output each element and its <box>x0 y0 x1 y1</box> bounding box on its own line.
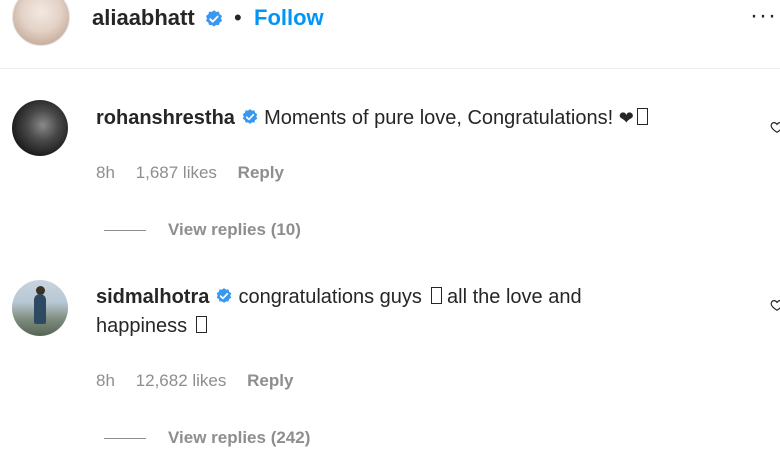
header-separator: • <box>234 5 242 30</box>
comment-text: Moments of pure love, Congratulations! <box>264 107 619 129</box>
view-replies-button[interactable]: View replies (10) <box>168 220 301 240</box>
view-replies-divider <box>104 438 146 439</box>
commenter-avatar[interactable] <box>12 100 68 156</box>
follow-button[interactable]: Follow <box>254 5 324 31</box>
comment-likes[interactable]: 1,687 likes <box>136 163 217 182</box>
post-header: aliaabhatt • Follow ··· <box>0 0 780 69</box>
commenter-username[interactable]: rohanshrestha <box>96 107 235 129</box>
view-replies-button[interactable]: View replies (242) <box>168 428 310 448</box>
verified-badge-icon <box>206 10 222 27</box>
like-comment-heart-icon[interactable] <box>770 120 780 134</box>
comment-meta: 8h 1,687 likes Reply <box>96 163 300 183</box>
commenter-username[interactable]: sidmalhotra <box>96 286 209 308</box>
author-username[interactable]: aliaabhatt <box>92 5 195 31</box>
reply-button[interactable]: Reply <box>238 163 284 182</box>
comment-text-cont: all the love and <box>441 286 582 308</box>
view-replies-divider <box>104 230 146 231</box>
missing-glyph-box <box>195 316 207 333</box>
comment-likes[interactable]: 12,682 likes <box>136 371 227 390</box>
verified-badge-icon <box>216 288 232 303</box>
more-options-icon[interactable]: ··· <box>750 2 777 30</box>
comment-body: sidmalhotra congratulations guys all the… <box>96 283 582 312</box>
author-avatar[interactable] <box>12 0 70 46</box>
comment-meta: 8h 12,682 likes Reply <box>96 371 309 391</box>
reply-button[interactable]: Reply <box>247 371 293 390</box>
commenter-avatar[interactable] <box>12 280 68 336</box>
missing-glyph-box <box>430 287 442 304</box>
comment-time: 8h <box>96 163 115 182</box>
comment-text: congratulations guys <box>238 286 428 308</box>
like-comment-heart-icon[interactable] <box>770 298 780 312</box>
comment-time: 8h <box>96 371 115 390</box>
avatar-figure-body <box>34 294 46 324</box>
heart-emoji: ❤ <box>618 108 634 128</box>
verified-badge-icon <box>242 109 257 124</box>
comment-body-line2: happiness <box>96 312 207 341</box>
missing-glyph-box <box>636 108 648 125</box>
comment-text-line2: happiness <box>96 315 193 337</box>
comment-body: rohanshrestha Moments of pure love, Cong… <box>96 104 648 133</box>
